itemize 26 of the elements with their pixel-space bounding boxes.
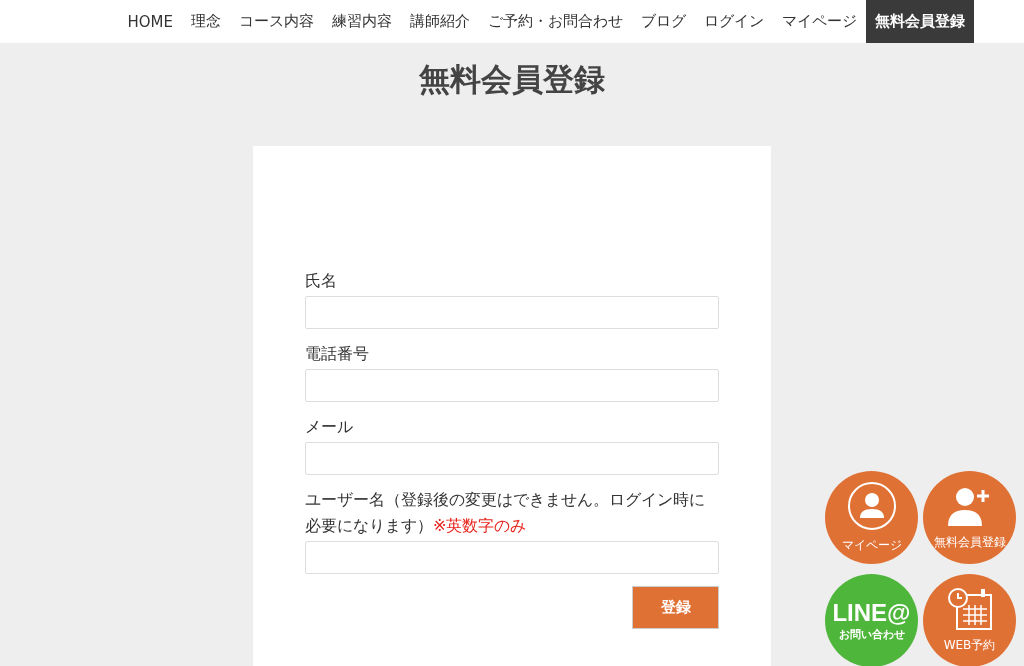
input-field[interactable] [305,541,719,574]
field-label: ユーザー名（登録後の変更はできません。ログイン時に必要になります）※英数字のみ [305,489,706,537]
nav-link[interactable]: 理念 [182,0,230,43]
page-title: 無料会員登録 [418,60,606,99]
button-label: マイページ [841,537,902,554]
button-label: 無料会員登録 [933,534,1006,551]
input-field[interactable] [305,442,719,475]
button-label: お問い合わせ [838,627,905,642]
field-label: 氏名 [305,270,338,292]
nav-link[interactable]: 講師紹介 [401,0,479,43]
nav-link[interactable]: ブログ [632,0,695,43]
field-label: メール [305,416,354,438]
field-label: 電話番号 [305,343,370,365]
nav-link[interactable]: ログイン [695,0,773,43]
calendar-clock-icon [946,587,993,631]
nav-link[interactable]: コース内容 [230,0,323,43]
nav-link[interactable]: 無料会員登録 [866,0,974,43]
nav-link[interactable]: HOME [118,0,182,43]
user-icon [846,481,897,531]
input-field[interactable] [305,296,719,329]
nav-link[interactable]: マイページ [773,0,866,43]
line-logo-text: LINE@ [832,599,911,627]
button-label: WEB予約 [943,637,996,654]
nav-link[interactable]: ご予約・お問合わせ [479,0,632,43]
nav-link[interactable]: 練習内容 [323,0,401,43]
input-field[interactable] [305,369,719,402]
